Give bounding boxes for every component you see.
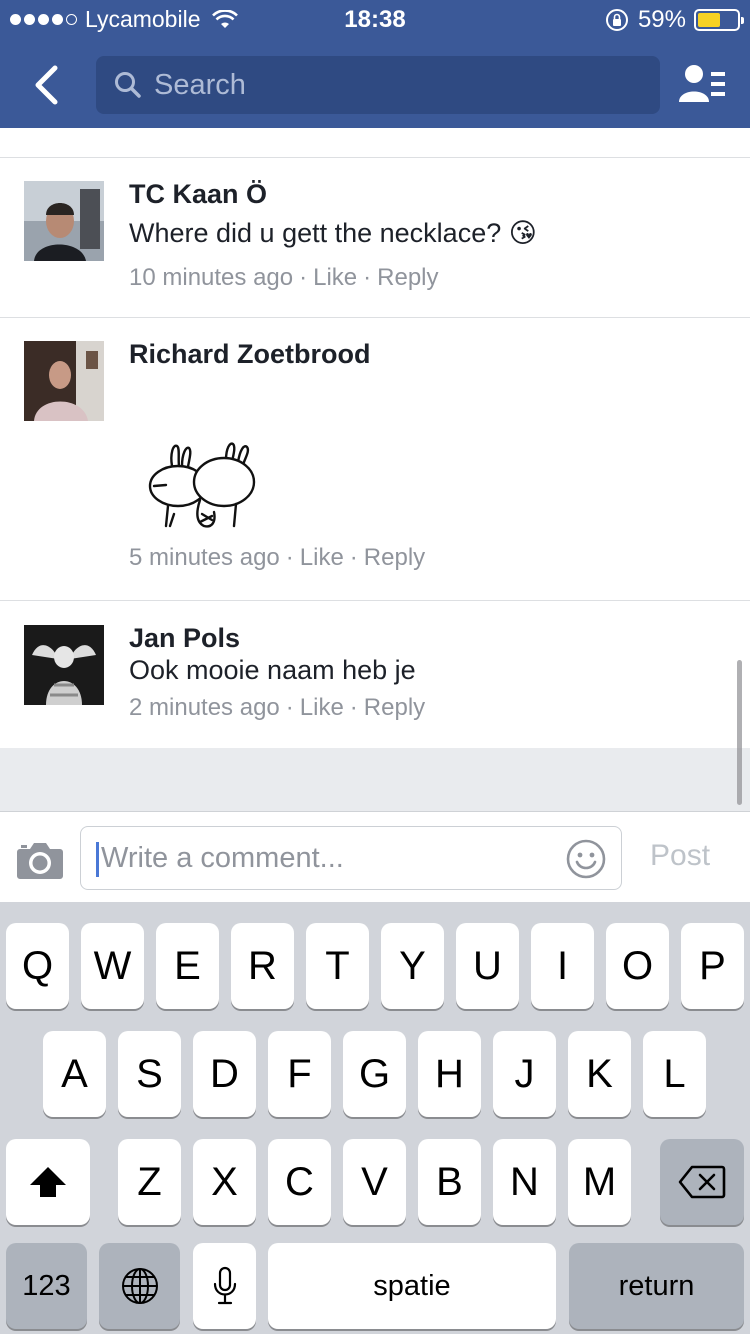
key-e[interactable]: E	[156, 923, 219, 1009]
previous-comment-edge	[0, 128, 750, 158]
key-k[interactable]: K	[568, 1031, 631, 1117]
avatar[interactable]	[24, 181, 104, 261]
scrollbar[interactable]	[737, 660, 742, 805]
back-button[interactable]	[26, 62, 66, 108]
comment-body: Where did u gett the necklace? 😘	[129, 218, 537, 248]
key-b[interactable]: B	[418, 1139, 481, 1225]
key-f[interactable]: F	[268, 1031, 331, 1117]
chevron-left-icon	[35, 65, 58, 105]
avatar[interactable]	[24, 341, 104, 421]
friends-list-button[interactable]	[678, 62, 728, 106]
like-link[interactable]: Like	[300, 544, 344, 571]
bunny-sticker-icon	[148, 442, 256, 528]
key-r[interactable]: R	[231, 923, 294, 1009]
key-l[interactable]: L	[643, 1031, 706, 1117]
comment-input[interactable]: Write a comment...	[80, 826, 622, 890]
globe-icon	[121, 1268, 158, 1304]
comment-author[interactable]: TC Kaan Ö	[129, 179, 267, 210]
key-z[interactable]: Z	[118, 1139, 181, 1225]
comment-author[interactable]: Jan Pols	[129, 623, 240, 654]
comment-time: 2 minutes ago	[129, 694, 280, 721]
comment-meta: 2 minutes ago · Like · Reply	[129, 694, 426, 721]
comment-meta: 10 minutes ago · Like · Reply	[129, 264, 439, 291]
backspace-key[interactable]	[660, 1139, 744, 1225]
key-x[interactable]: X	[193, 1139, 256, 1225]
like-link[interactable]: Like	[313, 264, 357, 291]
space-key[interactable]: spatie	[268, 1243, 556, 1329]
reply-link[interactable]: Reply	[364, 544, 425, 571]
navigation-bar: Lycamobile 18:38 59% Search	[0, 0, 750, 128]
comment-placeholder: Write a comment...	[101, 842, 344, 874]
key-p[interactable]: P	[681, 923, 744, 1009]
comment-item: Jan Pols Ook mooie naam heb je 2 minutes…	[0, 601, 750, 748]
key-h[interactable]: H	[418, 1031, 481, 1117]
key-y[interactable]: Y	[381, 923, 444, 1009]
comment-meta: 5 minutes ago · Like · Reply	[129, 544, 426, 571]
smiley-icon	[566, 839, 606, 879]
camera-button[interactable]	[16, 840, 64, 880]
key-s[interactable]: S	[118, 1031, 181, 1117]
sticker-button[interactable]	[566, 839, 606, 879]
battery-icon	[694, 9, 744, 31]
microphone-icon	[213, 1266, 236, 1305]
comment-list[interactable]: TC Kaan Ö Where did u gett the necklace?…	[0, 128, 750, 748]
reply-link[interactable]: Reply	[377, 264, 438, 291]
key-a[interactable]: A	[43, 1031, 106, 1117]
search-input[interactable]: Search	[96, 56, 660, 114]
search-placeholder: Search	[154, 68, 246, 101]
shift-key[interactable]	[6, 1139, 90, 1225]
backspace-icon	[678, 1165, 726, 1199]
text-caret	[96, 842, 99, 877]
comment-time: 10 minutes ago	[129, 264, 294, 291]
reply-link[interactable]: Reply	[364, 694, 425, 721]
avatar[interactable]	[24, 625, 104, 705]
key-d[interactable]: D	[193, 1031, 256, 1117]
status-bar: Lycamobile 18:38 59%	[0, 0, 750, 40]
key-u[interactable]: U	[456, 923, 519, 1009]
comment-text: Ook mooie naam heb je	[129, 655, 416, 686]
key-m[interactable]: M	[568, 1139, 631, 1225]
key-t[interactable]: T	[306, 923, 369, 1009]
numbers-key[interactable]: 123	[6, 1243, 87, 1329]
shift-arrow-icon	[30, 1167, 66, 1197]
comment-item: Richard Zoetbrood 5 minutes ago · Like · Rep…	[0, 318, 750, 601]
battery-percentage: 59%	[637, 6, 686, 33]
list-footer-space	[0, 748, 750, 812]
comment-body: Ook mooie naam heb je	[129, 655, 416, 685]
return-key[interactable]: return	[569, 1243, 744, 1329]
dictation-key[interactable]	[193, 1243, 256, 1329]
comment-text: Where did u gett the necklace? 😘	[129, 218, 537, 249]
comment-author[interactable]: Richard Zoetbrood	[129, 339, 371, 370]
post-button[interactable]: Post	[650, 839, 710, 873]
key-c[interactable]: C	[268, 1139, 331, 1225]
rotation-lock-icon	[605, 9, 628, 31]
person-list-icon	[679, 65, 725, 102]
key-q[interactable]: Q	[6, 923, 69, 1009]
key-n[interactable]: N	[493, 1139, 556, 1225]
key-v[interactable]: V	[343, 1139, 406, 1225]
keyboard: Q W E R T Y U I O P A S D F G H J K L Z …	[0, 902, 750, 1334]
search-icon	[115, 72, 141, 98]
comment-time: 5 minutes ago	[129, 544, 280, 571]
comment-composer: Write a comment... Post	[0, 812, 750, 902]
camera-icon	[17, 843, 63, 879]
key-g[interactable]: G	[343, 1031, 406, 1117]
key-w[interactable]: W	[81, 923, 144, 1009]
key-i[interactable]: I	[531, 923, 594, 1009]
key-j[interactable]: J	[493, 1031, 556, 1117]
globe-key[interactable]	[99, 1243, 180, 1329]
comment-item: TC Kaan Ö Where did u gett the necklace?…	[0, 158, 750, 318]
key-o[interactable]: O	[606, 923, 669, 1009]
like-link[interactable]: Like	[300, 694, 344, 721]
